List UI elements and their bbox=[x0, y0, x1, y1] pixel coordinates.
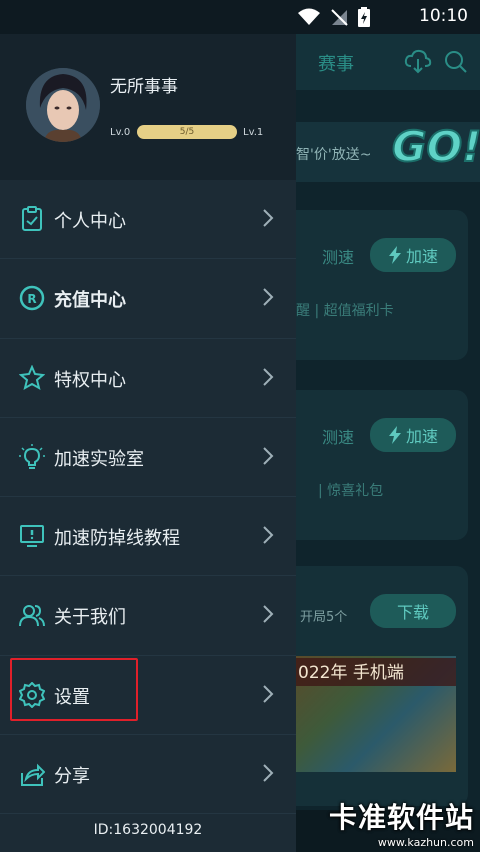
tab-events[interactable]: 赛事 bbox=[318, 50, 354, 76]
settings-highlight-box bbox=[10, 658, 138, 721]
bg-top-bar: 赛事 bbox=[296, 34, 480, 90]
players-count: 开局5个 bbox=[300, 610, 348, 625]
level-progress-text: 5/5 bbox=[179, 127, 195, 137]
background-app[interactable]: 赛事 智'价'放送~ GO! 测速 加速 醒 | 超值福利卡 测速 加速 | 惊… bbox=[296, 34, 480, 852]
avatar-image bbox=[26, 68, 100, 142]
game-card[interactable]: 开局5个 下载 022年 手机端 bbox=[296, 566, 468, 806]
battery-charging-icon bbox=[358, 7, 370, 27]
clipboard-icon bbox=[22, 206, 42, 231]
chevron-right-icon bbox=[263, 764, 274, 782]
speed-test-link[interactable]: 测速 bbox=[322, 424, 354, 448]
banner-go: GO! bbox=[391, 121, 480, 172]
side-drawer: 无所事事 Lv.0 5/5 Lv.1 个人中心 R 充值中心 特权中心 加速实验… bbox=[0, 34, 296, 852]
chevron-right-icon bbox=[263, 685, 274, 703]
user-id: ID:1632004192 bbox=[93, 822, 203, 838]
chevron-right-icon bbox=[263, 605, 274, 624]
chevron-right-icon bbox=[263, 447, 274, 465]
lightbulb-icon bbox=[19, 443, 45, 469]
menu-item-recharge-center[interactable]: R 充值中心 bbox=[0, 259, 296, 339]
status-bar: 10:10 bbox=[0, 0, 480, 34]
star-badge-icon bbox=[19, 364, 45, 390]
game-card[interactable]: 测速 加速 醒 | 超值福利卡 bbox=[296, 210, 468, 360]
accelerate-button[interactable]: 加速 bbox=[370, 238, 456, 272]
accelerate-label: 加速 bbox=[405, 247, 438, 266]
search-icon[interactable] bbox=[444, 50, 468, 74]
menu-item-label: 加速实验室 bbox=[54, 448, 144, 470]
svg-text:R: R bbox=[27, 292, 36, 306]
accelerate-label: 加速 bbox=[405, 427, 438, 446]
chevron-right-icon bbox=[263, 288, 274, 307]
card-sub-links[interactable]: 醒 | 超值福利卡 bbox=[296, 300, 468, 320]
accelerate-button[interactable]: 加速 bbox=[370, 418, 456, 452]
game-image-title: 022年 手机端 bbox=[296, 658, 456, 686]
coin-icon: R bbox=[19, 286, 45, 311]
promo-banner[interactable]: 智'价'放送~ GO! bbox=[296, 121, 480, 182]
menu-item-privilege-center[interactable]: 特权中心 bbox=[0, 339, 296, 418]
menu-item-share[interactable]: 分享 bbox=[0, 735, 296, 815]
lightning-icon bbox=[388, 426, 401, 444]
cloud-download-icon[interactable] bbox=[404, 48, 432, 74]
menu-item-label: 分享 bbox=[54, 766, 90, 788]
chevron-right-icon bbox=[263, 367, 274, 386]
share-icon bbox=[21, 763, 45, 787]
menu-item-label: 充值中心 bbox=[54, 290, 126, 312]
chevron-right-icon bbox=[263, 526, 274, 544]
menu-item-label: 特权中心 bbox=[54, 369, 126, 391]
profile-header[interactable]: 无所事事 Lv.0 5/5 Lv.1 bbox=[0, 34, 296, 180]
card-sub-links[interactable]: | 惊喜礼包 bbox=[296, 480, 468, 500]
watermark-url: www.kazhun.com bbox=[377, 836, 474, 849]
people-icon bbox=[19, 605, 45, 627]
speed-test-link[interactable]: 测速 bbox=[322, 244, 354, 268]
menu-item-acceleration-lab[interactable]: 加速实验室 bbox=[0, 418, 296, 498]
level-current: Lv.0 bbox=[110, 127, 131, 138]
menu-item-anti-disconnect-tutorial[interactable]: 加速防掉线教程 bbox=[0, 497, 296, 577]
download-button[interactable]: 下载 bbox=[370, 594, 456, 628]
menu-item-label: 关于我们 bbox=[54, 607, 126, 629]
menu-item-label: 个人中心 bbox=[54, 211, 126, 232]
clock: 10:10 bbox=[419, 6, 468, 26]
wifi-icon bbox=[298, 8, 320, 25]
username: 无所事事 bbox=[110, 77, 178, 97]
avatar[interactable] bbox=[26, 68, 100, 142]
level-next: Lv.1 bbox=[243, 127, 264, 138]
menu-item-about-us[interactable]: 关于我们 bbox=[0, 576, 296, 656]
chevron-right-icon bbox=[263, 209, 274, 227]
menu-item-personal-center[interactable]: 个人中心 bbox=[0, 180, 296, 260]
menu-item-label: 加速防掉线教程 bbox=[54, 528, 180, 550]
monitor-alert-icon bbox=[20, 525, 44, 548]
watermark: 卡准软件站 www.kazhun.com bbox=[329, 796, 474, 849]
watermark-title: 卡准软件站 bbox=[328, 801, 474, 834]
no-signal-icon bbox=[331, 9, 348, 26]
lightning-icon bbox=[388, 246, 401, 264]
game-card[interactable]: 测速 加速 | 惊喜礼包 bbox=[296, 390, 468, 540]
banner-text: 智'价'放送~ bbox=[296, 147, 372, 163]
level-progress-bar: 5/5 bbox=[137, 125, 237, 139]
